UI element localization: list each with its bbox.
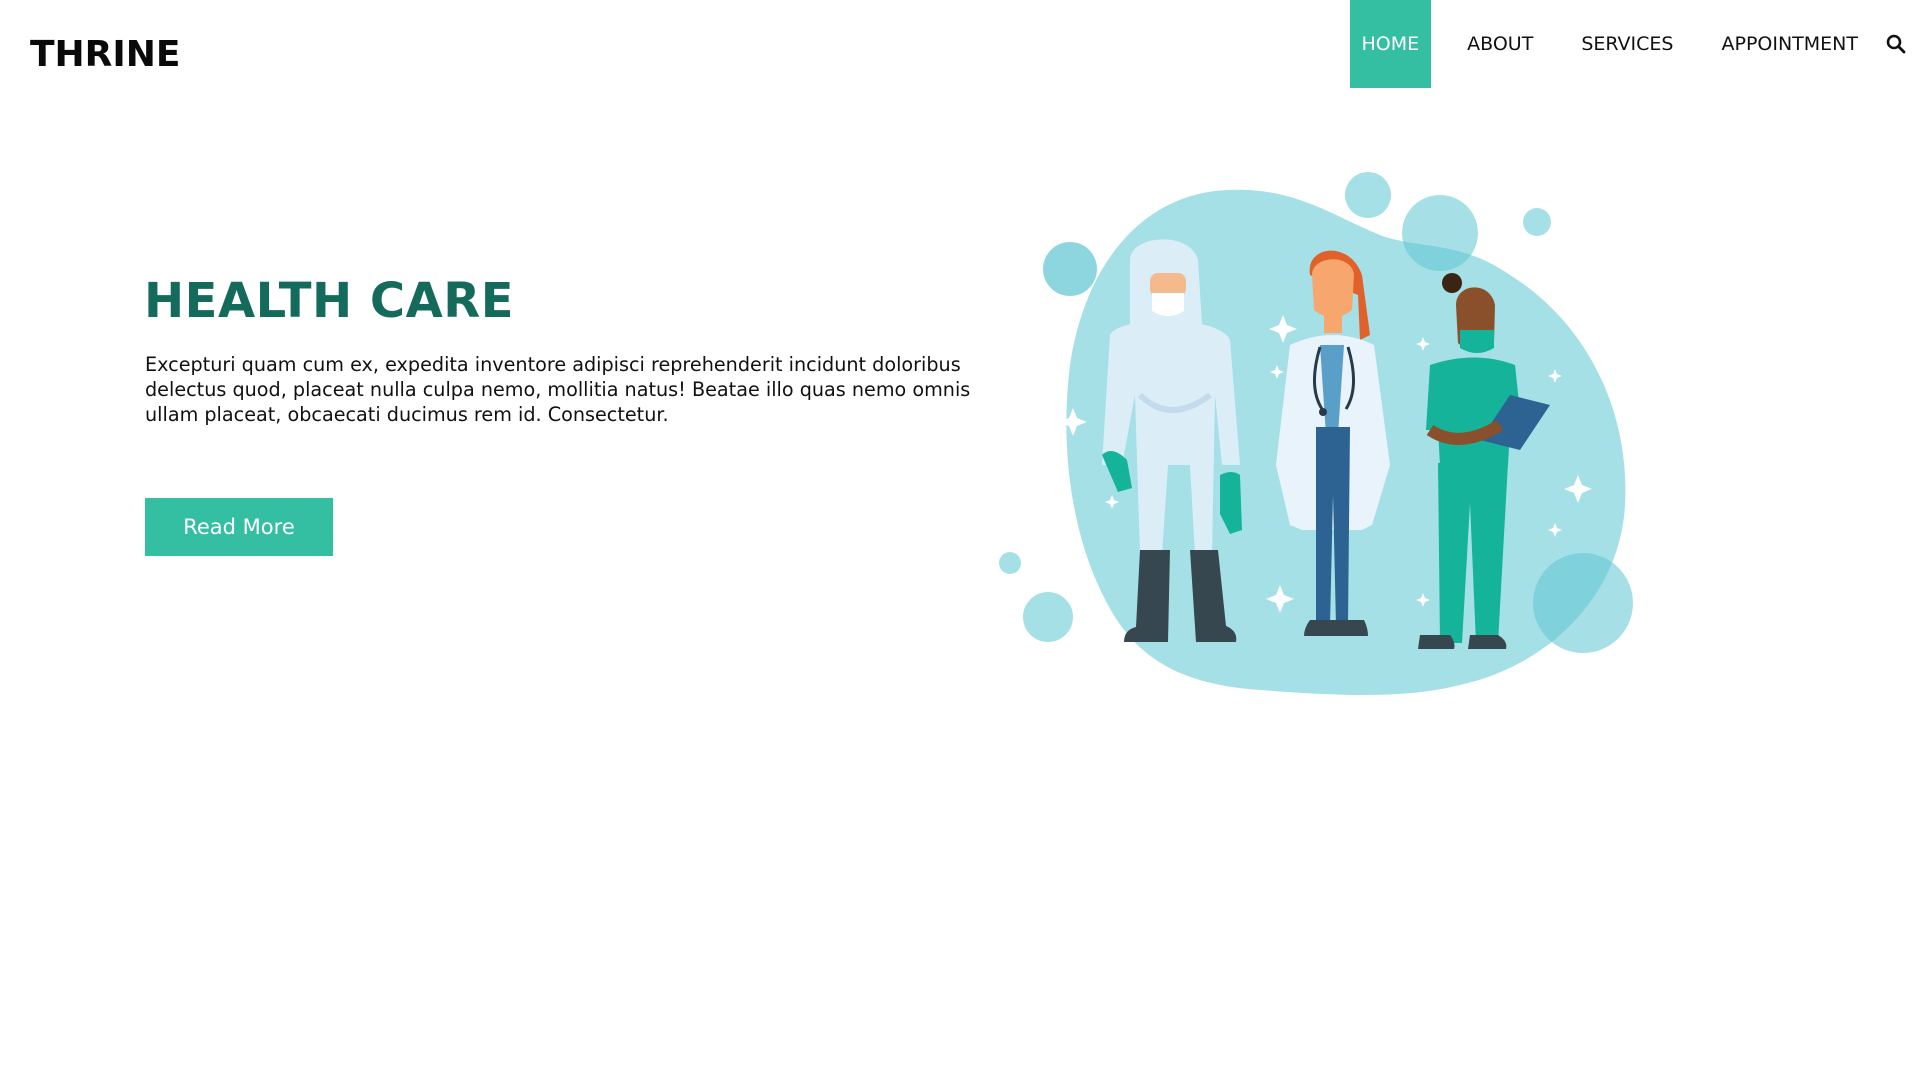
bubble (1043, 242, 1097, 296)
bubble (1345, 172, 1391, 218)
bubble (1523, 208, 1551, 236)
nav-appointment[interactable]: APPOINTMENT (1709, 0, 1870, 88)
logo[interactable]: THRINE (30, 34, 181, 76)
medical-staff-illustration (990, 165, 1650, 780)
illustration-svg (999, 172, 1633, 695)
read-more-button[interactable]: Read More (145, 498, 333, 556)
bubble (1023, 592, 1073, 642)
main-nav: HOME ABOUT SERVICES APPOINTMENT (1349, 0, 1920, 88)
search-icon[interactable] (1882, 0, 1910, 88)
hero-title: HEALTH CARE (144, 273, 514, 329)
page: THRINE HOME ABOUT SERVICES APPOINTMENT H… (0, 0, 1920, 1080)
nav-services[interactable]: SERVICES (1569, 0, 1685, 88)
header: THRINE HOME ABOUT SERVICES APPOINTMENT (0, 0, 1920, 88)
nav-home[interactable]: HOME (1349, 0, 1432, 88)
bubble (1402, 195, 1478, 271)
hero-description: Excepturi quam cum ex, expedita inventor… (145, 353, 971, 426)
bubble (1533, 553, 1633, 653)
bubble (999, 552, 1021, 574)
nav-about[interactable]: ABOUT (1455, 0, 1545, 88)
